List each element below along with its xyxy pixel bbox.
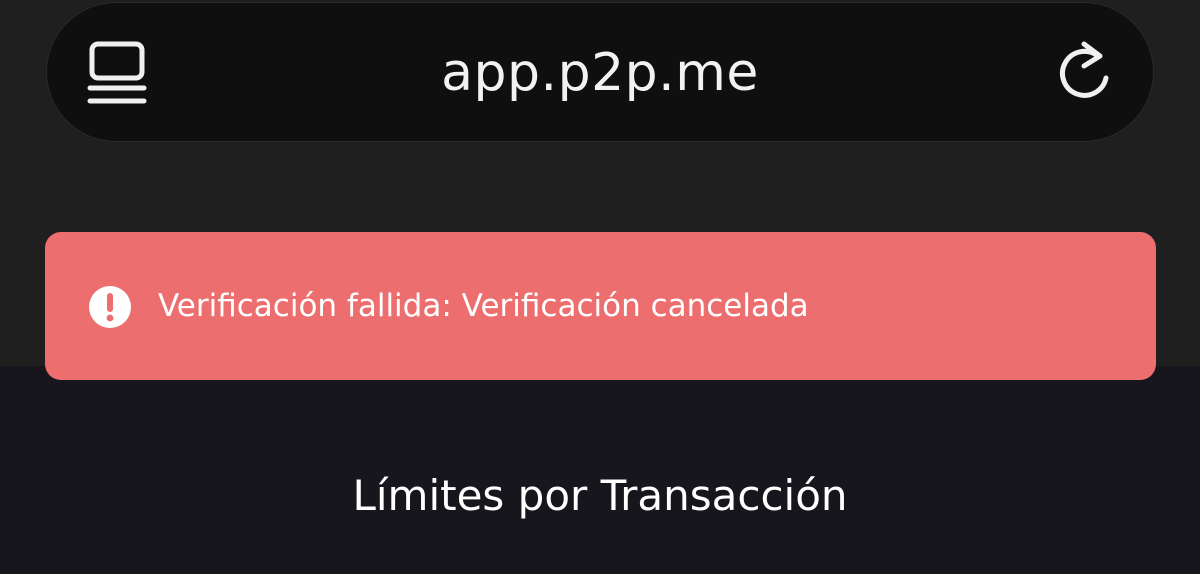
toast-message: Verificación fallida: Verificación cance… bbox=[158, 288, 809, 324]
exclamation-circle-icon bbox=[89, 286, 131, 328]
section-title: Límites por Transacción bbox=[352, 471, 848, 520]
reload-icon[interactable] bbox=[1054, 38, 1114, 104]
screen: app.p2p.me Verificación fallida: Verific… bbox=[0, 0, 1200, 574]
tabs-list-icon[interactable] bbox=[86, 40, 148, 108]
url-text[interactable]: app.p2p.me bbox=[350, 38, 850, 108]
